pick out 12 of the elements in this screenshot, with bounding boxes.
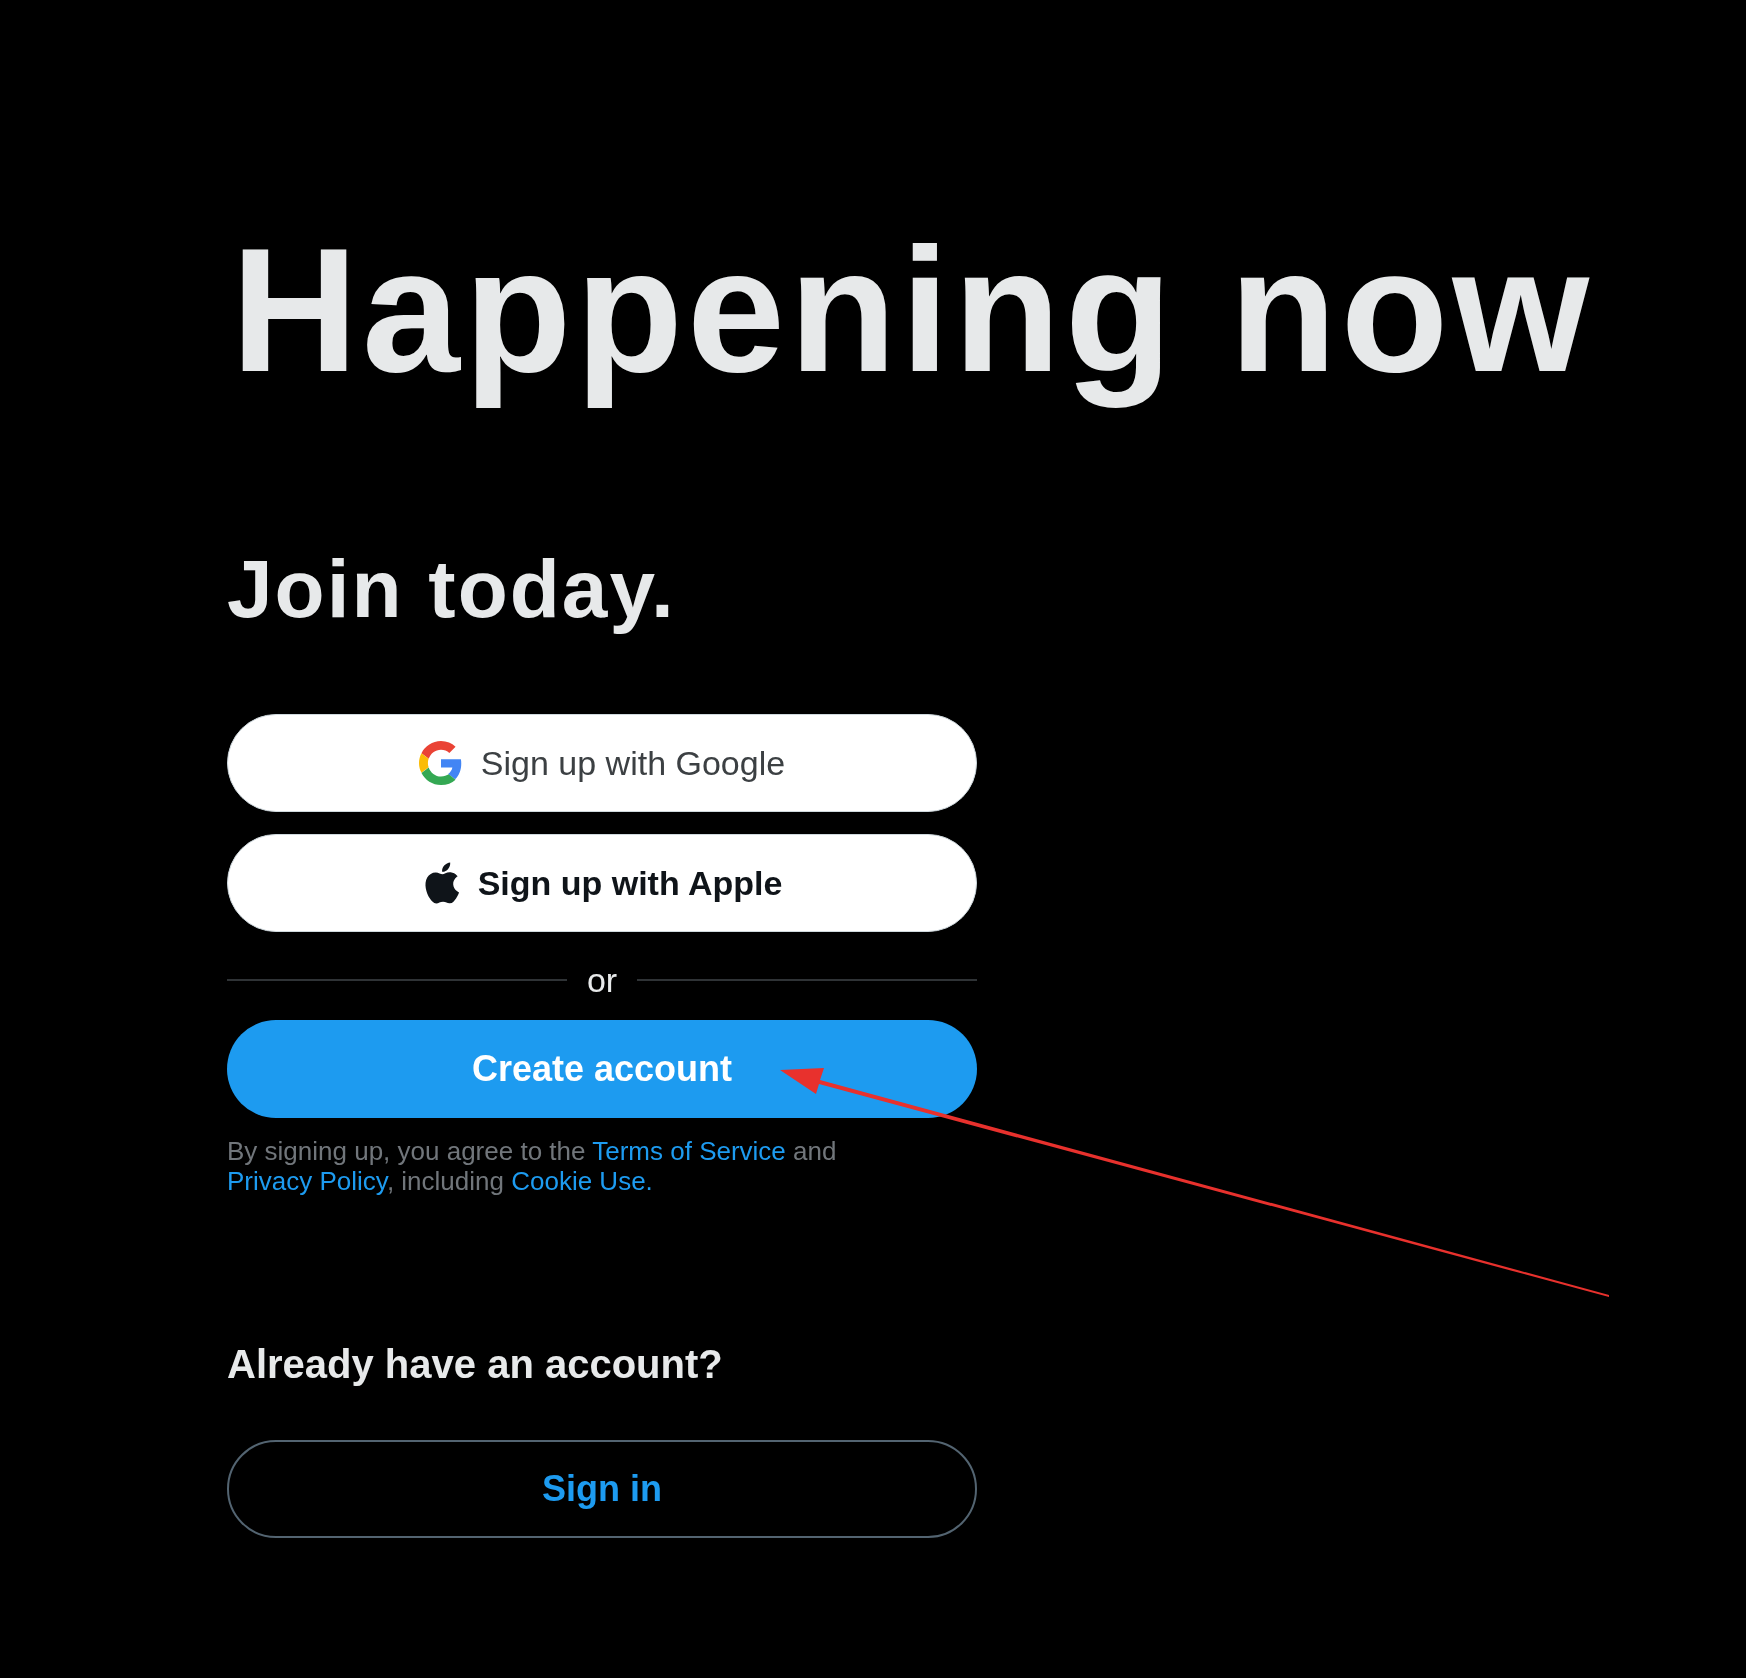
policy-link[interactable]: Privacy Policy <box>227 1166 387 1197</box>
subheading: Join today. <box>227 542 676 636</box>
terms-notice: By signing up, you agree to the Terms of Service and Privacy Policy, including Cookie Use. <box>227 1136 838 1197</box>
divider-text: or <box>586 960 618 1000</box>
headline: Happening now <box>231 211 1594 410</box>
policy-link[interactable]: Cookie Use. <box>511 1166 653 1197</box>
signin-heading: Already have an account? <box>227 1344 724 1385</box>
google-logo-icon <box>418 741 463 786</box>
sign-in-button[interactable]: Sign in <box>227 1440 977 1539</box>
google-signup-button[interactable]: Sign up with Google <box>227 714 977 813</box>
apple-signup-button[interactable]: Sign up with Apple <box>227 834 977 933</box>
policy-link[interactable]: Terms of Service <box>592 1136 786 1167</box>
